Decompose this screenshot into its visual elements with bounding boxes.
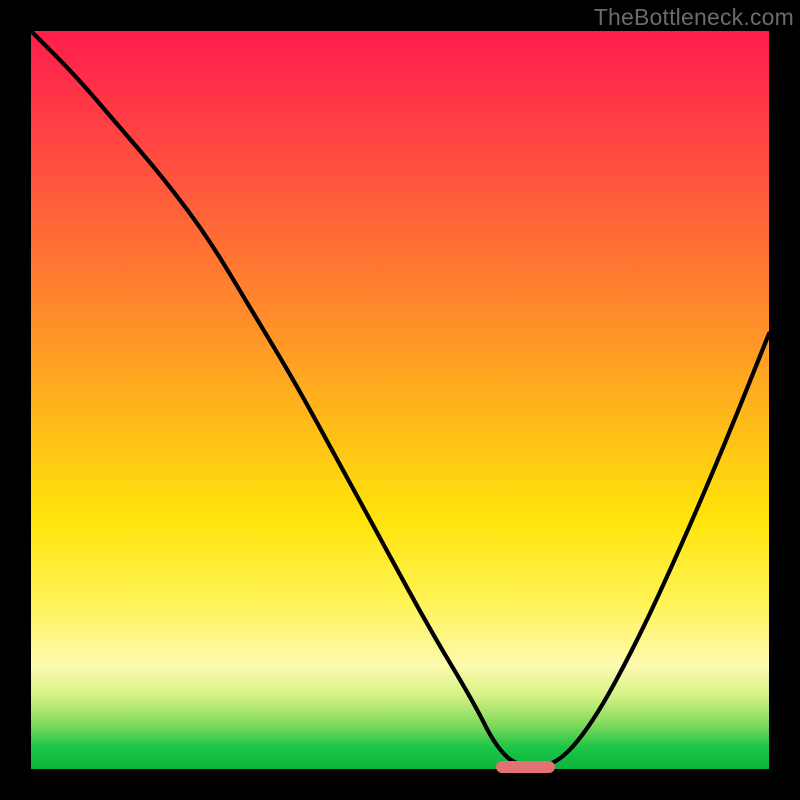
plot-area (31, 31, 769, 769)
optimum-marker (496, 761, 555, 773)
attribution-text: TheBottleneck.com (594, 4, 794, 31)
chart-frame: TheBottleneck.com (0, 0, 800, 800)
curve-svg (31, 31, 769, 769)
bottleneck-curve (31, 31, 769, 767)
